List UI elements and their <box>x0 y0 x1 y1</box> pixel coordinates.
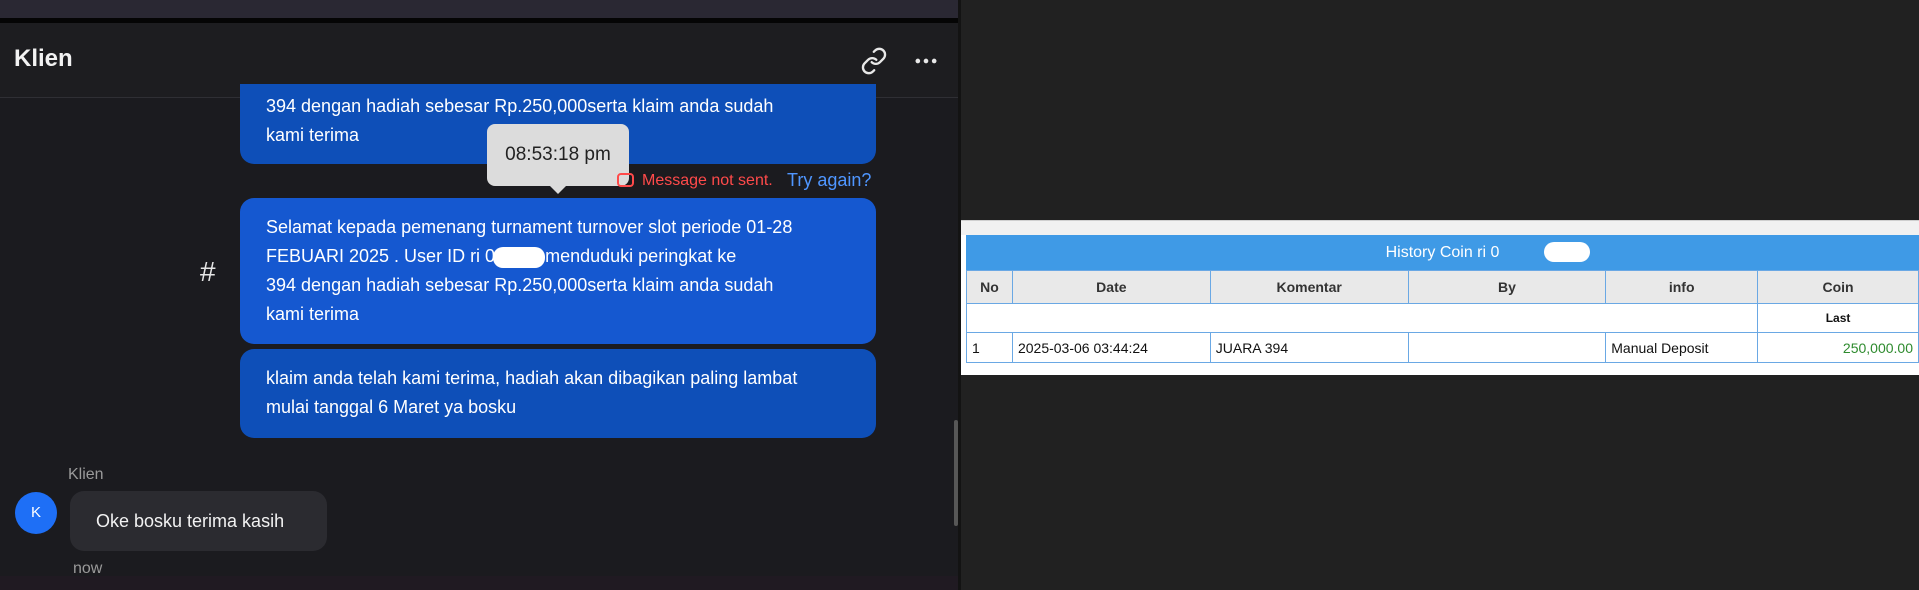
report-title: History Coin ri 0 <box>966 235 1919 270</box>
message-line: Selamat kepada pemenang turnament turnov… <box>266 217 793 237</box>
cell-coin: 250,000.00 <box>1757 332 1919 363</box>
message-not-sent-text: Message not sent. <box>642 172 773 189</box>
timestamp-tooltip: 08:53:18 pm <box>487 124 629 186</box>
table-row: 1 2025-03-06 03:44:24 JUARA 394 Manual D… <box>966 332 1919 363</box>
tooltip-arrow <box>549 185 567 194</box>
received-message-bubble[interactable]: Oke bosku terima kasih <box>70 491 327 551</box>
chat-panel: Klien 394 dengan hadiah sebesar Rp.250,0… <box>0 0 958 590</box>
sender-name: Klien <box>68 466 104 483</box>
column-header-date: Date <box>1011 270 1211 304</box>
message-line: kami terima <box>266 304 360 324</box>
link-icon[interactable] <box>860 47 888 75</box>
cell-info: Manual Deposit <box>1605 332 1759 363</box>
bottom-strip <box>0 576 958 590</box>
hash-icon: # <box>200 256 216 287</box>
message-line: FEBUARI 2025 . User ID ri 0 anda mendudu… <box>266 246 737 266</box>
more-options-icon[interactable] <box>912 47 940 75</box>
cell-by <box>1407 332 1607 363</box>
conversation-title: Klien <box>14 45 73 72</box>
cell-date: 2025-03-06 03:44:24 <box>1011 332 1211 363</box>
history-table: No Date Komentar By info Coin Last 1 202… <box>965 270 1919 363</box>
top-strip <box>0 0 958 18</box>
history-coin-report: History Coin ri 0 No Date Komentar By in… <box>961 220 1919 375</box>
column-header-komentar: Komentar <box>1209 270 1409 304</box>
column-header-coin: Coin <box>1757 270 1919 304</box>
sent-message-bubble[interactable]: klaim anda telah kami terima, hadiah aka… <box>240 349 876 438</box>
cell-no: 1 <box>966 332 1013 363</box>
avatar[interactable]: K <box>15 492 57 534</box>
warning-icon <box>617 172 634 188</box>
try-again-link[interactable]: Try again? <box>787 170 871 191</box>
message-line: klaim anda telah kami terima, hadiah aka… <box>266 368 798 388</box>
redaction-mask <box>1544 242 1590 262</box>
column-header-no: No <box>966 270 1013 304</box>
report-top-strip <box>961 221 1919 235</box>
cell-komentar: JUARA 394 <box>1209 332 1409 363</box>
sent-message-bubble[interactable]: Selamat kepada pemenang turnament turnov… <box>240 198 876 344</box>
last-label: Last <box>1757 303 1919 333</box>
subheader-row: Last <box>965 303 1919 333</box>
message-line: 394 dengan hadiah sebesar Rp.250,000sert… <box>266 96 774 116</box>
subheader-spacer <box>965 303 1759 333</box>
table-header-row: No Date Komentar By info Coin <box>966 270 1919 304</box>
message-line: mulai tanggal 6 Maret ya bosku <box>266 397 517 417</box>
message-line: 394 dengan hadiah sebesar Rp.250,000sert… <box>266 275 774 295</box>
column-header-by: By <box>1407 270 1607 304</box>
column-header-info: info <box>1605 270 1759 304</box>
redaction-mask <box>493 247 545 268</box>
